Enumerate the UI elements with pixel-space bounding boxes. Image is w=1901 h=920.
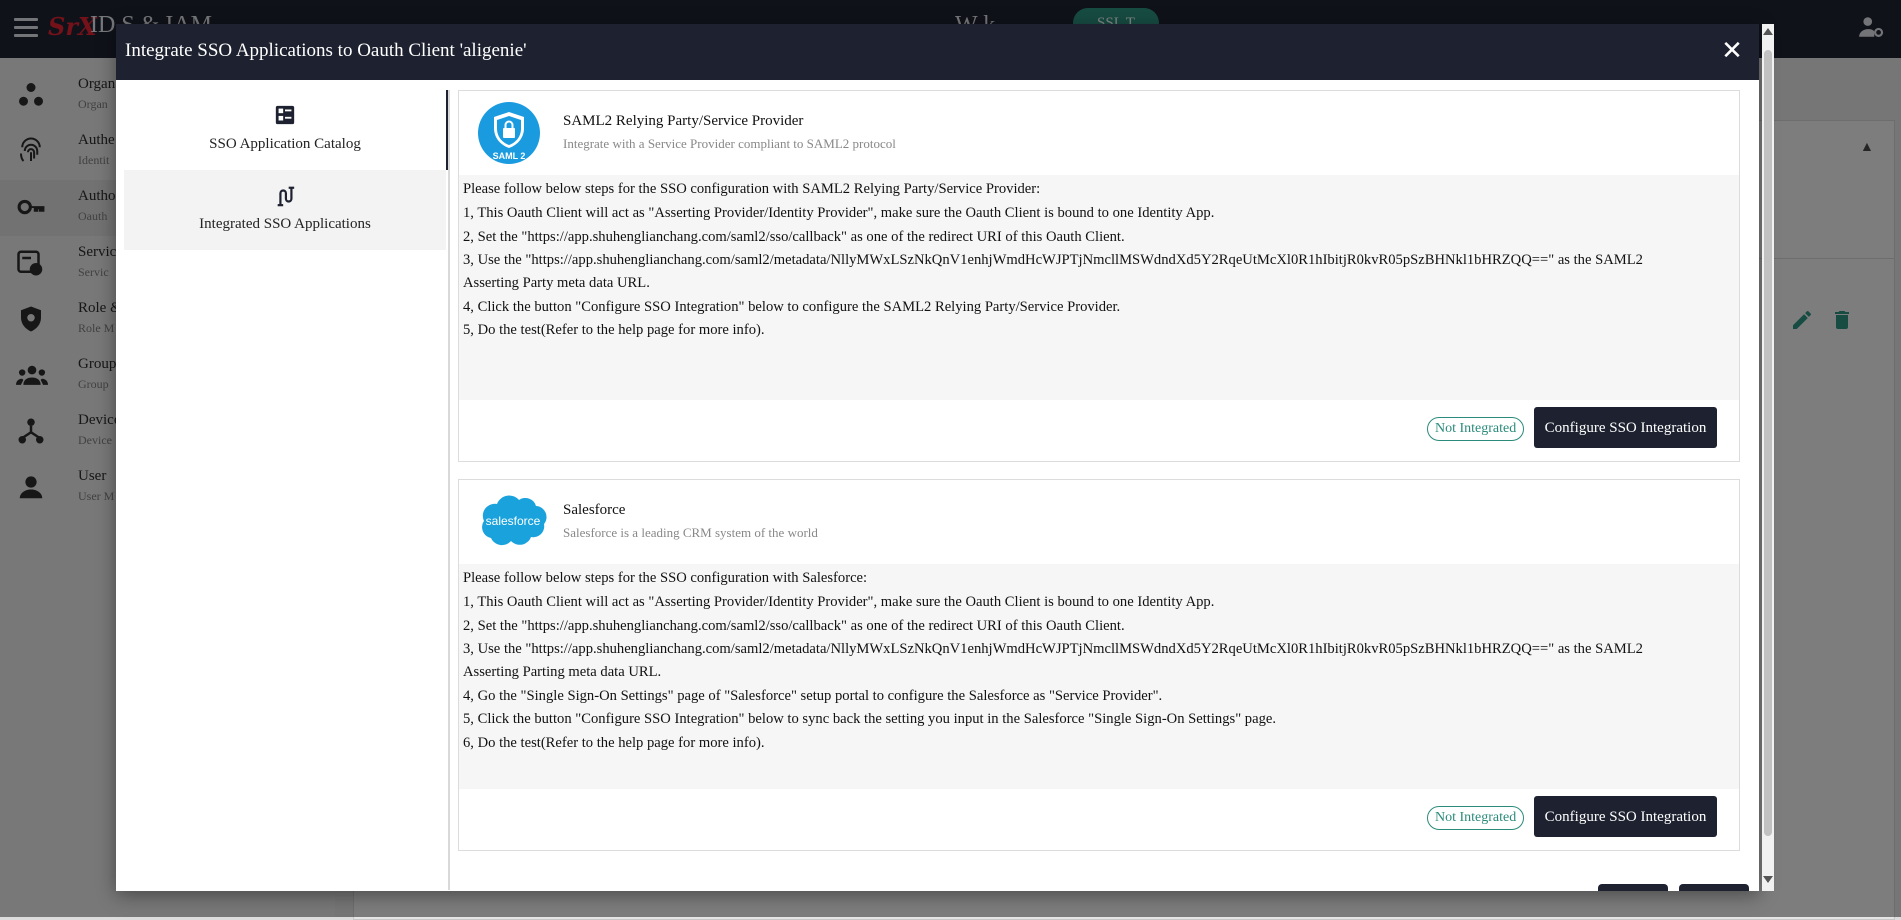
status-badge: Not Integrated	[1427, 417, 1525, 441]
instruction-line: 3, Use the "https://app.shuhenglianchang…	[463, 252, 1643, 268]
close-button[interactable]: ✕	[1716, 34, 1748, 68]
instruction-line: Asserting Party meta data URL.	[463, 275, 650, 291]
dialog-scrollbar[interactable]	[1762, 24, 1774, 891]
instruction-line: 2, Set the "https://app.shuhenglianchang…	[463, 229, 1125, 245]
instruction-line: 5, Do the test(Refer to the help page fo…	[463, 322, 765, 338]
app-name: Salesforce	[563, 502, 626, 518]
configure-sso-integration-button[interactable]: Configure SSO Integration	[1534, 407, 1717, 448]
instruction-line: Please follow below steps for the SSO co…	[463, 181, 1041, 197]
scroll-down-arrow-icon[interactable]	[1763, 876, 1773, 883]
app-name: SAML2 Relying Party/Service Provider	[563, 113, 804, 129]
catalog-icon	[275, 105, 295, 125]
salesforce-logo-icon: salesforce	[482, 495, 547, 546]
app-card-header: salesforce Salesforce Salesforce is a le…	[459, 480, 1739, 564]
dialog-tabs: SSO Application Catalog Integrated SSO A…	[124, 90, 450, 890]
saml2-logo-icon: SAML 2	[478, 102, 540, 164]
instruction-steps: Please follow below steps for the SSO co…	[459, 175, 1739, 400]
instruction-line: 4, Go the "Single Sign-On Settings" page…	[463, 688, 1163, 704]
dialog-header: Integrate SSO Applications to Oauth Clie…	[116, 24, 1759, 80]
tab-integrated-sso-applications[interactable]: Integrated SSO Applications	[124, 170, 446, 250]
app-description: Integrate with a Service Provider compli…	[563, 136, 896, 151]
app-description: Salesforce is a leading CRM system of th…	[563, 525, 818, 540]
instruction-line: 2, Set the "https://app.shuhenglianchang…	[463, 618, 1125, 634]
integration-icon	[277, 186, 295, 207]
configure-sso-integration-button[interactable]: Configure SSO Integration	[1534, 796, 1717, 837]
instruction-line: 4, Click the button "Configure SSO Integ…	[463, 299, 1121, 315]
application-catalog: SAML 2 SAML2 Relying Party/Service Provi…	[458, 90, 1743, 890]
instruction-line: 1, This Oauth Client will act as "Assert…	[463, 205, 1215, 221]
instruction-line: 1, This Oauth Client will act as "Assert…	[463, 594, 1215, 610]
app-card-header: SAML 2 SAML2 Relying Party/Service Provi…	[459, 91, 1739, 175]
tab-sso-application-catalog[interactable]: SSO Application Catalog	[124, 90, 448, 170]
instruction-line: 6, Do the test(Refer to the help page fo…	[463, 735, 765, 751]
app-card-salesforce: salesforce Salesforce Salesforce is a le…	[458, 479, 1740, 851]
saml2-logo-text: SAML 2	[493, 151, 526, 161]
tab-label: SSO Application Catalog	[209, 136, 361, 152]
dialog-title: Integrate SSO Applications to Oauth Clie…	[125, 40, 527, 61]
sso-integration-dialog: Integrate SSO Applications to Oauth Clie…	[116, 24, 1759, 891]
salesforce-logo-text: salesforce	[486, 514, 541, 528]
instruction-steps: Please follow below steps for the SSO co…	[459, 564, 1739, 789]
dialog-action-button[interactable]	[1598, 884, 1668, 891]
scroll-thumb[interactable]	[1764, 50, 1772, 836]
instruction-line: Asserting Parting meta data URL.	[463, 664, 662, 680]
scroll-up-arrow-icon[interactable]	[1763, 28, 1773, 35]
instruction-line: Please follow below steps for the SSO co…	[463, 570, 868, 586]
status-badge: Not Integrated	[1427, 806, 1525, 830]
instruction-line: 3, Use the "https://app.shuhenglianchang…	[463, 641, 1643, 657]
app-card-saml2: SAML 2 SAML2 Relying Party/Service Provi…	[458, 90, 1740, 462]
dialog-action-button[interactable]	[1679, 884, 1749, 891]
instruction-line: 5, Click the button "Configure SSO Integ…	[463, 711, 1276, 727]
tab-label: Integrated SSO Applications	[199, 216, 371, 232]
